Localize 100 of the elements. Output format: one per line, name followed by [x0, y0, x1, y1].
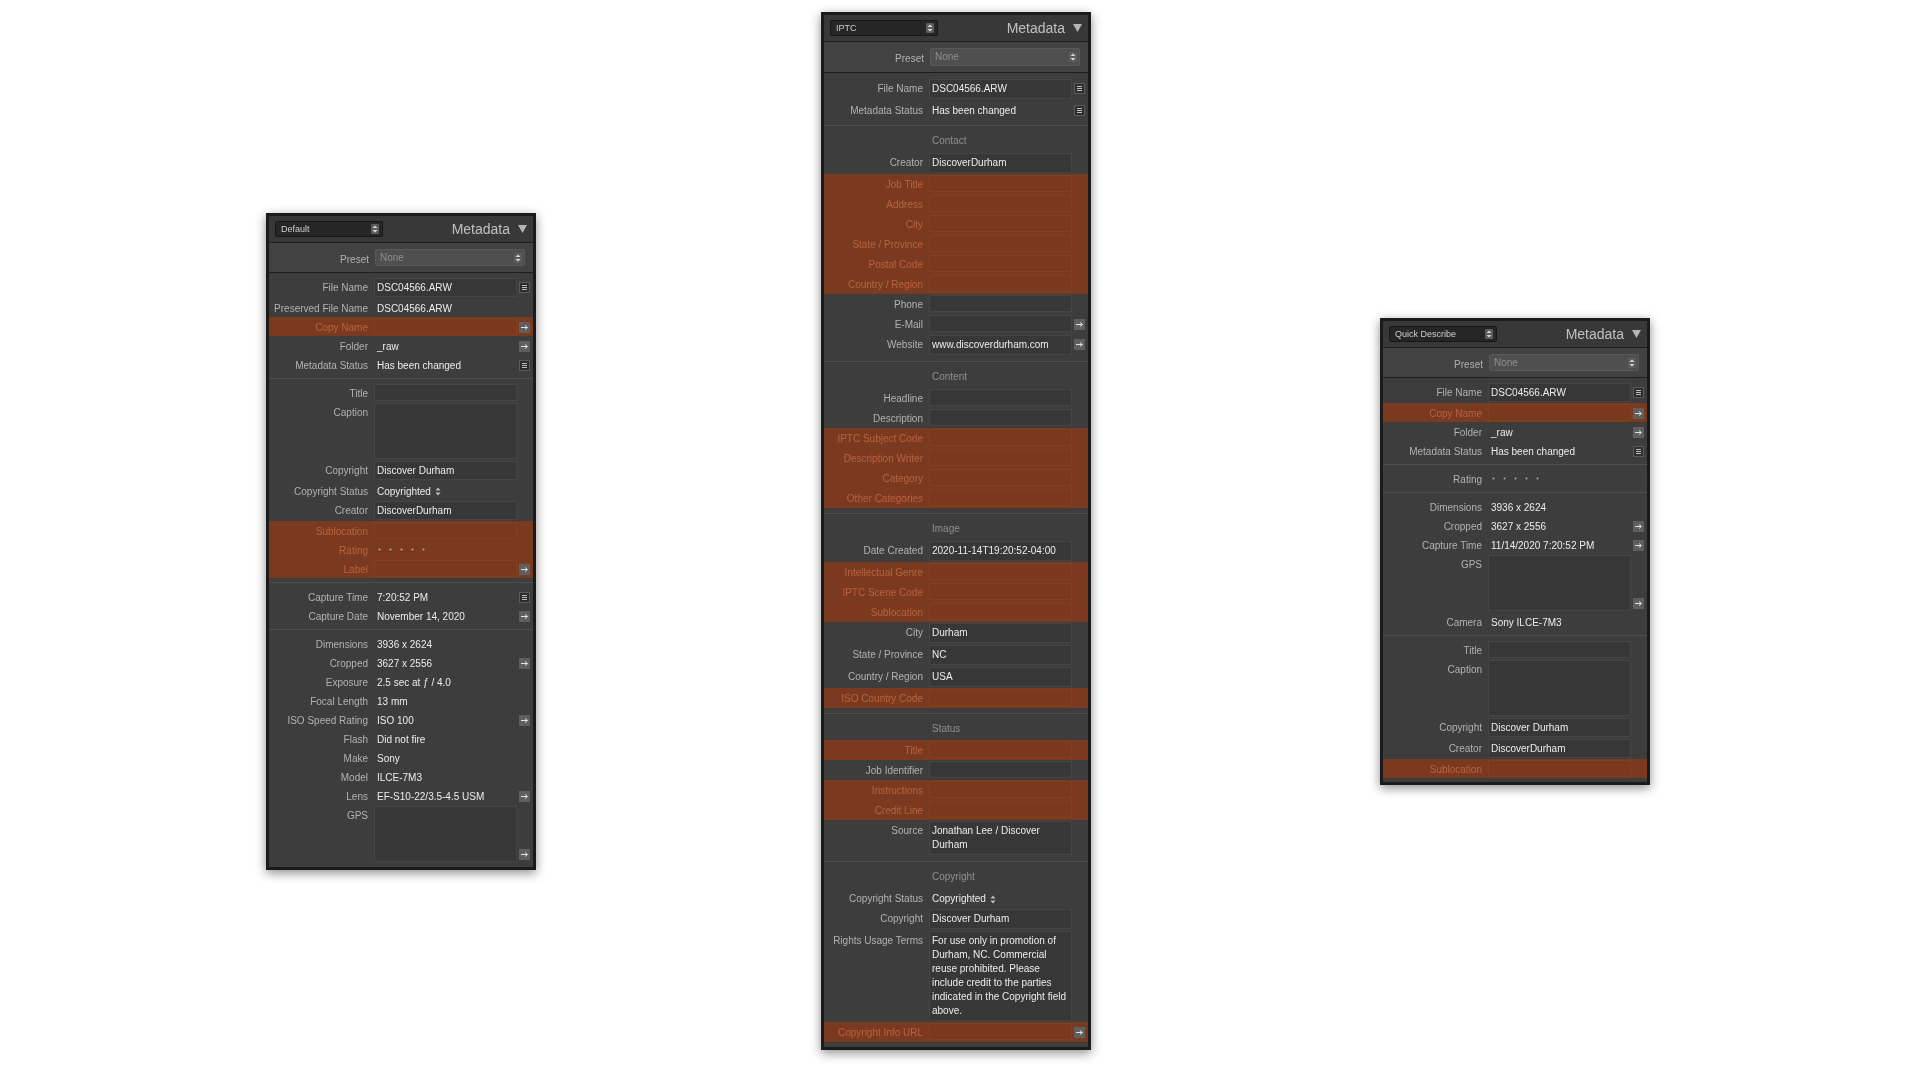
field-label: Creator: [333, 504, 369, 517]
arrow-icon[interactable]: [519, 658, 530, 669]
value-field[interactable]: [929, 741, 1072, 758]
field-label: Job Identifier: [864, 764, 924, 778]
value-field[interactable]: [929, 689, 1072, 706]
arrow-icon[interactable]: [1074, 319, 1085, 330]
arrow-icon[interactable]: [1074, 1027, 1085, 1038]
value-text: 2.5 sec at ƒ / 4.0: [376, 676, 452, 689]
value-field[interactable]: [929, 175, 1072, 192]
value-field[interactable]: [374, 560, 517, 577]
value-field[interactable]: NC: [929, 645, 1072, 665]
value-text: 3936 x 2624: [1490, 501, 1548, 514]
updown-icon: [1485, 329, 1493, 339]
value-field[interactable]: USA: [929, 667, 1072, 687]
arrow-icon[interactable]: [519, 791, 530, 802]
value-field[interactable]: [1488, 760, 1631, 777]
value-field[interactable]: DSC04566.ARW: [929, 79, 1072, 99]
field-label: Sublocation: [314, 525, 369, 538]
list-icon[interactable]: [519, 360, 530, 371]
value-field[interactable]: DSC04566.ARW: [374, 278, 517, 297]
list-icon[interactable]: [1633, 387, 1644, 398]
value-field[interactable]: [929, 781, 1072, 798]
value-text: Sony: [376, 752, 401, 765]
arrow-icon[interactable]: [519, 322, 530, 333]
list-icon[interactable]: [519, 592, 530, 603]
field-label: Cropped: [328, 657, 369, 670]
value-field[interactable]: [929, 1023, 1072, 1040]
rating-dots-icon[interactable]: [1492, 477, 1541, 480]
value-field[interactable]: DiscoverDurham: [929, 153, 1072, 173]
arrow-icon[interactable]: [519, 849, 530, 860]
collapse-icon[interactable]: [1073, 24, 1082, 32]
preset-menu[interactable]: Quick Describe: [1389, 326, 1497, 342]
arrow-icon[interactable]: [519, 715, 530, 726]
field-label: Model: [339, 771, 369, 784]
field-label: Preserved File Name: [273, 302, 369, 315]
value-field[interactable]: For use only in promotion of Durham, NC. Commercial reuse prohibited. Please include credit to the parties indicated in the Copyright field above.: [929, 931, 1072, 1021]
field-label: Capture Date: [307, 610, 369, 623]
value-field[interactable]: 2020-11-14T19:20:52-04:00: [929, 541, 1072, 561]
value-field[interactable]: [929, 563, 1072, 580]
arrow-icon[interactable]: [1074, 339, 1085, 350]
field-label: State / Province: [851, 648, 924, 662]
value-field[interactable]: [929, 429, 1072, 446]
value-field[interactable]: Jonathan Lee / Discover Durham: [929, 821, 1072, 855]
field-label: Copyright: [879, 912, 924, 926]
status-dropdown[interactable]: Copyrighted: [374, 482, 444, 498]
value-field[interactable]: DSC04566.ARW: [1488, 383, 1631, 402]
list-icon[interactable]: [1633, 446, 1644, 457]
value-field[interactable]: Discover Durham: [929, 909, 1072, 929]
value-field[interactable]: [374, 522, 517, 539]
value-text: _raw: [376, 340, 400, 353]
field-label: Metadata Status: [294, 359, 369, 372]
field-label: Sublocation: [869, 606, 924, 620]
value-field[interactable]: Discover Durham: [374, 461, 517, 480]
list-icon[interactable]: [1074, 105, 1085, 116]
value-field[interactable]: [929, 761, 1072, 778]
arrow-icon[interactable]: [519, 341, 530, 352]
preset-menu[interactable]: Default: [275, 221, 383, 237]
list-icon[interactable]: [519, 282, 530, 293]
status-dropdown[interactable]: Copyrighted: [929, 889, 999, 906]
field-label: Rating: [1452, 473, 1483, 486]
arrow-icon[interactable]: [519, 564, 530, 575]
arrow-icon[interactable]: [1633, 427, 1644, 438]
field-label: Copyright Status: [293, 485, 369, 498]
field-label: Preset: [894, 51, 925, 66]
arrow-icon[interactable]: [1633, 540, 1644, 551]
field-label: Caption: [1446, 663, 1483, 676]
field-label: Website: [886, 338, 924, 352]
value-text: DSC04566.ARW: [376, 302, 453, 315]
arrow-icon[interactable]: [1633, 408, 1644, 419]
preset-menu[interactable]: IPTC: [830, 20, 938, 36]
list-icon[interactable]: [1074, 83, 1085, 94]
field-label: Dimensions: [314, 638, 369, 651]
value-field[interactable]: [929, 295, 1072, 312]
rating-dots-icon[interactable]: [378, 548, 427, 551]
value-text: Did not fire: [376, 733, 427, 746]
field-label: Credit Line: [873, 804, 924, 818]
value-field[interactable]: Durham: [929, 623, 1072, 643]
arrow-icon[interactable]: [1633, 598, 1644, 609]
value-field[interactable]: [1488, 404, 1631, 421]
panel-title: Metadata: [1006, 21, 1065, 35]
value-field[interactable]: Discover Durham: [1488, 718, 1631, 737]
field-label: Address: [885, 198, 924, 212]
value-field[interactable]: [374, 318, 517, 335]
field-label: Flash: [342, 733, 369, 746]
value-text: _raw: [1490, 426, 1514, 439]
arrow-icon[interactable]: [1633, 521, 1644, 532]
updown-icon: [434, 487, 441, 496]
field-label: Metadata Status: [1408, 445, 1483, 458]
value-text: 7:20:52 PM: [376, 591, 430, 604]
field-label: Country / Region: [846, 278, 924, 292]
value-field[interactable]: www.discoverdurham.com: [929, 335, 1072, 355]
value-field[interactable]: DiscoverDurham: [374, 501, 517, 520]
arrow-icon[interactable]: [519, 611, 530, 622]
collapse-icon[interactable]: [1632, 330, 1641, 338]
value-text: November 14, 2020: [376, 610, 466, 623]
field-label: Phone: [893, 298, 924, 312]
field-label: IPTC Scene Code: [841, 586, 924, 600]
field-label: Cropped: [1442, 520, 1483, 533]
value-field[interactable]: DiscoverDurham: [1488, 739, 1631, 758]
collapse-icon[interactable]: [518, 225, 527, 233]
